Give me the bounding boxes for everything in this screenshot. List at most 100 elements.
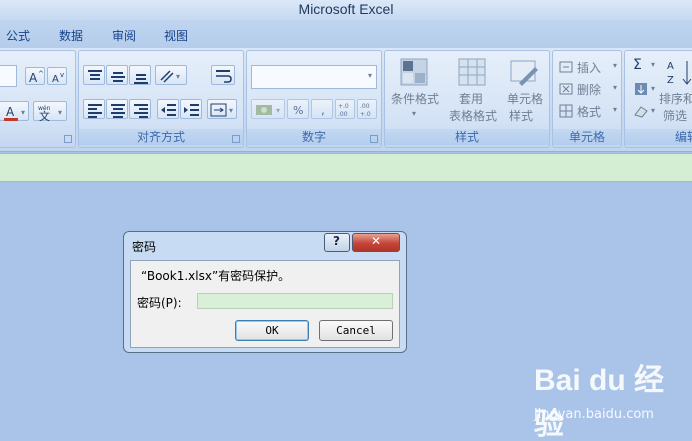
font-color-icon[interactable]: A ▾	[0, 101, 29, 121]
svg-text:▾: ▾	[276, 106, 280, 115]
conditional-format-icon	[399, 57, 429, 90]
cancel-button[interactable]: Cancel	[319, 320, 393, 341]
svg-text:.00: .00	[360, 103, 370, 110]
help-icon: ?	[333, 234, 340, 248]
group-label-alignment: 对齐方式	[79, 129, 243, 145]
delete-button[interactable]: 删除 ▾	[559, 81, 619, 97]
insert-button[interactable]: 插入 ▾	[559, 59, 619, 75]
close-button[interactable]: ✕	[352, 233, 400, 252]
svg-text:▾: ▾	[21, 108, 25, 117]
dialog-title: 密码	[132, 240, 157, 254]
align-top-icon[interactable]	[83, 65, 105, 85]
svg-text:+.0: +.0	[338, 103, 349, 110]
svg-text:▾: ▾	[176, 72, 180, 81]
baidu-watermark: Bai du 经验 jingyan.baidu.com	[534, 355, 684, 441]
font-launcher-icon[interactable]	[64, 135, 72, 143]
ribbon: A ^ Av A ▾ wén 文 ▾ ▾ ▾ 对齐方式 ▾ ▾ % , +.0 …	[0, 48, 692, 152]
formula-bar[interactable]	[0, 153, 692, 182]
align-center-icon[interactable]	[106, 99, 128, 119]
align-middle-icon[interactable]	[106, 65, 128, 85]
sort-filter-label-1[interactable]: 排序和	[659, 91, 692, 107]
comma-icon[interactable]: ,	[311, 99, 333, 119]
decrease-indent-icon[interactable]	[157, 99, 179, 119]
delete-icon	[559, 83, 573, 95]
table-format-icon	[457, 57, 487, 90]
tab-view[interactable]: 视图	[164, 27, 188, 44]
dialog-message: “Book1.xlsx”有密码保护。	[141, 269, 291, 283]
group-cells: 插入 ▾ 删除 ▾ 格式 ▾ 单元格	[552, 50, 622, 148]
percent-icon[interactable]: %	[287, 99, 309, 119]
group-label-editing: 编辑	[625, 129, 692, 145]
autosum-button[interactable]: Σ ▾	[633, 57, 659, 75]
format-icon	[559, 104, 573, 118]
table-format-label-1[interactable]: 套用	[443, 91, 499, 107]
table-format-label-2[interactable]: 表格格式	[441, 108, 505, 124]
group-label-number: 数字	[247, 129, 381, 145]
svg-text:A: A	[6, 105, 15, 119]
phonetic-icon[interactable]: wén 文 ▾	[33, 101, 67, 122]
sort-icon: AZ	[665, 57, 692, 92]
percent-symbol: %	[293, 104, 303, 117]
currency-icon[interactable]: ▾	[251, 99, 285, 119]
clear-button[interactable]: ▾	[633, 103, 659, 121]
number-launcher-icon[interactable]	[370, 135, 378, 143]
merge-cells-icon[interactable]: ▾	[207, 99, 237, 119]
svg-text:v: v	[60, 71, 64, 79]
watermark-url: jingyan.baidu.com	[534, 407, 654, 422]
cell-styles-label-1[interactable]: 单元格	[501, 91, 549, 107]
svg-text:.00: .00	[338, 111, 348, 118]
dialog-body: “Book1.xlsx”有密码保护。 密码(P): OK Cancel	[130, 260, 400, 348]
autosum-icon: Σ	[633, 57, 642, 73]
fill-icon	[635, 83, 647, 95]
cell-styles-label-2[interactable]: 样式	[497, 108, 545, 124]
tab-data[interactable]: 数据	[59, 27, 83, 44]
delete-label: 删除	[577, 83, 602, 97]
group-styles: 条件格式 ▾ 套用 表格格式 单元格 样式 样式	[384, 50, 550, 148]
group-editing: Σ ▾ ▾ ▾ AZ 排序和 筛选 编辑	[624, 50, 692, 148]
number-format-combo[interactable]: ▾	[251, 65, 377, 89]
svg-text:^: ^	[38, 70, 44, 78]
orientation-icon[interactable]: ▾	[155, 65, 187, 85]
tab-formulas[interactable]: 公式	[6, 27, 30, 44]
group-alignment: ▾ ▾ 对齐方式	[78, 50, 244, 148]
conditional-format-button[interactable]: 条件格式	[387, 91, 443, 107]
align-bottom-icon[interactable]	[129, 65, 151, 85]
baidu-logo: Bai du 经验	[534, 364, 665, 441]
svg-text:文: 文	[39, 109, 50, 122]
align-right-icon[interactable]	[129, 99, 151, 119]
format-button[interactable]: 格式 ▾	[559, 103, 619, 119]
password-dialog: 密码 ? ✕ “Book1.xlsx”有密码保护。 密码(P): OK Canc…	[123, 231, 407, 353]
cell-styles-icon	[509, 57, 539, 90]
wrap-text-icon[interactable]	[211, 65, 235, 85]
fill-button[interactable]: ▾	[633, 81, 659, 99]
increase-decimal-icon[interactable]: +.0.00	[335, 99, 355, 119]
ribbon-tabs: 公式 数据 审阅 视图	[0, 20, 692, 48]
help-button[interactable]: ?	[324, 233, 350, 252]
svg-text:A: A	[29, 71, 38, 85]
font-grow-icon[interactable]: A ^	[25, 67, 45, 85]
group-label-cells: 单元格	[553, 129, 621, 145]
svg-text:Z: Z	[667, 75, 674, 86]
increase-indent-icon[interactable]	[180, 99, 202, 119]
sort-filter-label-2[interactable]: 筛选	[663, 108, 692, 124]
svg-text:+.0: +.0	[360, 111, 371, 118]
password-field[interactable]	[197, 293, 393, 309]
svg-text:▾: ▾	[229, 106, 233, 115]
font-shrink-icon[interactable]: Av	[47, 67, 67, 85]
conditional-format-dropdown: ▾	[412, 109, 417, 118]
comma-symbol: ,	[321, 103, 325, 117]
svg-text:▾: ▾	[58, 108, 62, 117]
ok-button[interactable]: OK	[235, 320, 309, 341]
group-label-styles: 样式	[385, 129, 549, 145]
title-bar: Microsoft Excel	[0, 0, 692, 20]
tab-review[interactable]: 审阅	[112, 27, 136, 44]
alignment-launcher-icon[interactable]	[232, 135, 240, 143]
svg-text:A: A	[667, 61, 674, 72]
clear-icon	[634, 106, 648, 118]
insert-label: 插入	[577, 61, 602, 75]
password-label: 密码(P):	[137, 296, 182, 310]
align-left-icon[interactable]	[83, 99, 105, 119]
svg-text:A: A	[52, 74, 59, 85]
font-size-combo[interactable]	[0, 65, 17, 87]
decrease-decimal-icon[interactable]: .00 +.0	[357, 99, 377, 119]
